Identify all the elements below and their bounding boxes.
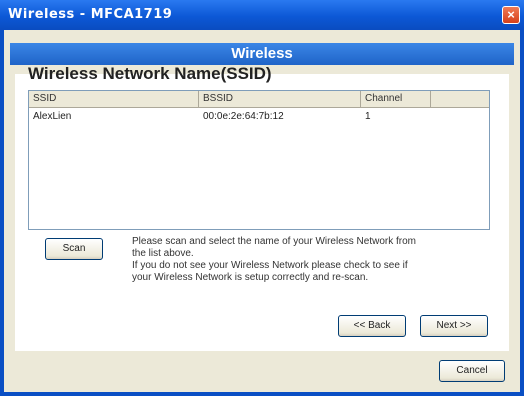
title-bar[interactable]: Wireless - MFCA1719 × [0,0,524,30]
close-button[interactable]: × [502,6,520,24]
help-line-4: your Wireless Network is setup correctly… [132,272,369,283]
help-line-1: Please scan and select the name of your … [132,236,417,247]
cancel-button[interactable]: Cancel [439,360,505,382]
network-channel: 1 [365,111,371,122]
network-list[interactable]: SSID BSSID Channel AlexLien 00:0e:2e:64:… [28,90,490,230]
page-heading: Wireless Network Name(SSID) [28,64,272,83]
network-list-header: SSID BSSID Channel [29,91,489,108]
close-icon: × [507,7,515,22]
section-banner: Wireless [10,43,514,65]
window-title: Wireless - MFCA1719 [8,7,173,22]
column-header-bssid[interactable]: BSSID [199,91,361,107]
help-line-2: the list above. [132,248,194,259]
wizard-window: Wireless - MFCA1719 × Wireless Wireless … [0,0,524,396]
scan-button[interactable]: Scan [45,238,103,260]
column-header-ssid[interactable]: SSID [29,91,199,107]
next-button[interactable]: Next >> [420,315,488,337]
back-button[interactable]: << Back [338,315,406,337]
network-ssid: AlexLien [33,111,72,122]
help-text: Please scan and select the name of your … [132,236,502,284]
network-bssid: 00:0e:2e:64:7b:12 [203,111,284,122]
help-line-3: If you do not see your Wireless Network … [132,260,408,271]
column-header-channel[interactable]: Channel [361,91,431,107]
network-row[interactable]: AlexLien 00:0e:2e:64:7b:12 1 [29,109,489,124]
